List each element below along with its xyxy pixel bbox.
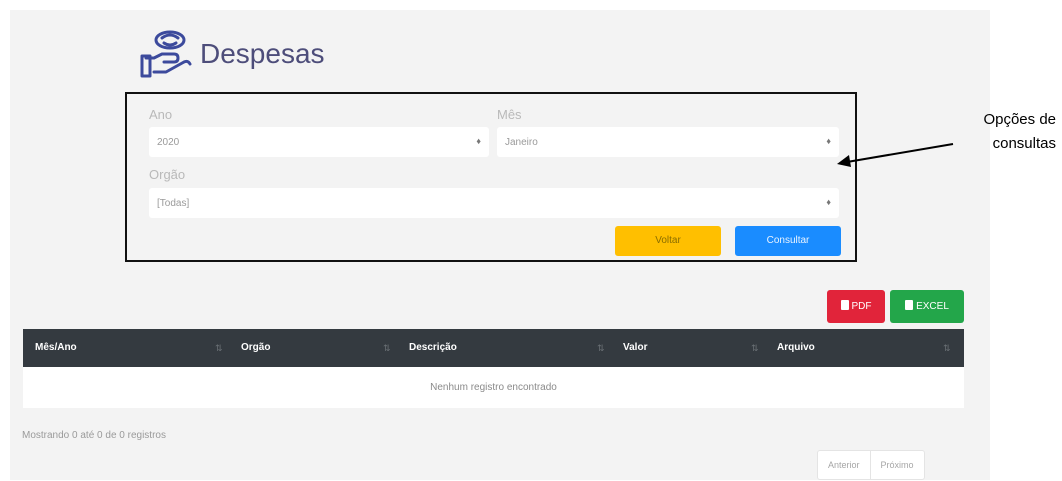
file-excel-icon: [905, 300, 914, 310]
agency-label: Orgão: [149, 167, 186, 182]
export-pdf-button[interactable]: PDF: [827, 290, 885, 323]
agency-select-value: [Todas]: [157, 198, 190, 209]
next-page-button[interactable]: Próximo: [869, 451, 924, 479]
annotation-line-1: Opções de: [983, 111, 1056, 128]
year-select[interactable]: 2020 ♦: [149, 127, 489, 157]
chevron-updown-icon: ♦: [826, 136, 831, 146]
month-select[interactable]: Janeiro ♦: [497, 127, 839, 157]
page-title: Despesas: [200, 38, 325, 69]
year-label: Ano: [149, 107, 173, 122]
sort-icon[interactable]: ⇅: [943, 329, 951, 367]
previous-page-button[interactable]: Anterior: [818, 451, 870, 479]
table-header: Mês/Ano ⇅ Orgão ⇅ Descrição ⇅ Valor ⇅ Ar…: [23, 329, 964, 367]
month-label: Mês: [497, 107, 522, 122]
search-button[interactable]: Consultar: [735, 226, 841, 256]
export-excel-label: EXCEL: [916, 301, 949, 312]
table-empty-message: Nenhum registro encontrado: [23, 367, 964, 408]
records-info: Mostrando 0 até 0 de 0 registros: [22, 430, 166, 441]
column-header-file[interactable]: Arquivo: [777, 329, 815, 367]
sort-icon[interactable]: ⇅: [383, 329, 391, 367]
column-header-month-year[interactable]: Mês/Ano: [35, 329, 77, 367]
year-select-value: 2020: [157, 137, 180, 148]
agency-select[interactable]: [Todas] ♦: [149, 188, 839, 218]
filter-panel: Ano 2020 ♦ Mês Janeiro ♦ Orgão [Todas] ♦…: [125, 92, 857, 262]
export-excel-button[interactable]: EXCEL: [890, 290, 964, 323]
annotation-label: Opções de consultas: [983, 108, 1056, 156]
annotation-line-2: consultas: [992, 135, 1056, 152]
chevron-updown-icon: ♦: [826, 197, 831, 207]
money-hand-icon: [140, 30, 192, 78]
page-header: Despesas: [140, 28, 325, 80]
sort-icon[interactable]: ⇅: [597, 329, 605, 367]
back-button[interactable]: Voltar: [615, 226, 721, 256]
column-header-agency[interactable]: Orgão: [241, 329, 270, 367]
sort-icon[interactable]: ⇅: [215, 329, 223, 367]
column-header-description[interactable]: Descrição: [409, 329, 457, 367]
annotation-arrow-icon: [837, 143, 954, 167]
pagination: Anterior Próximo: [817, 450, 925, 480]
column-header-value[interactable]: Valor: [623, 329, 647, 367]
file-pdf-icon: [840, 300, 849, 310]
sort-icon[interactable]: ⇅: [751, 329, 759, 367]
month-select-value: Janeiro: [505, 137, 538, 148]
export-pdf-label: PDF: [851, 301, 872, 312]
chevron-updown-icon: ♦: [476, 136, 481, 146]
